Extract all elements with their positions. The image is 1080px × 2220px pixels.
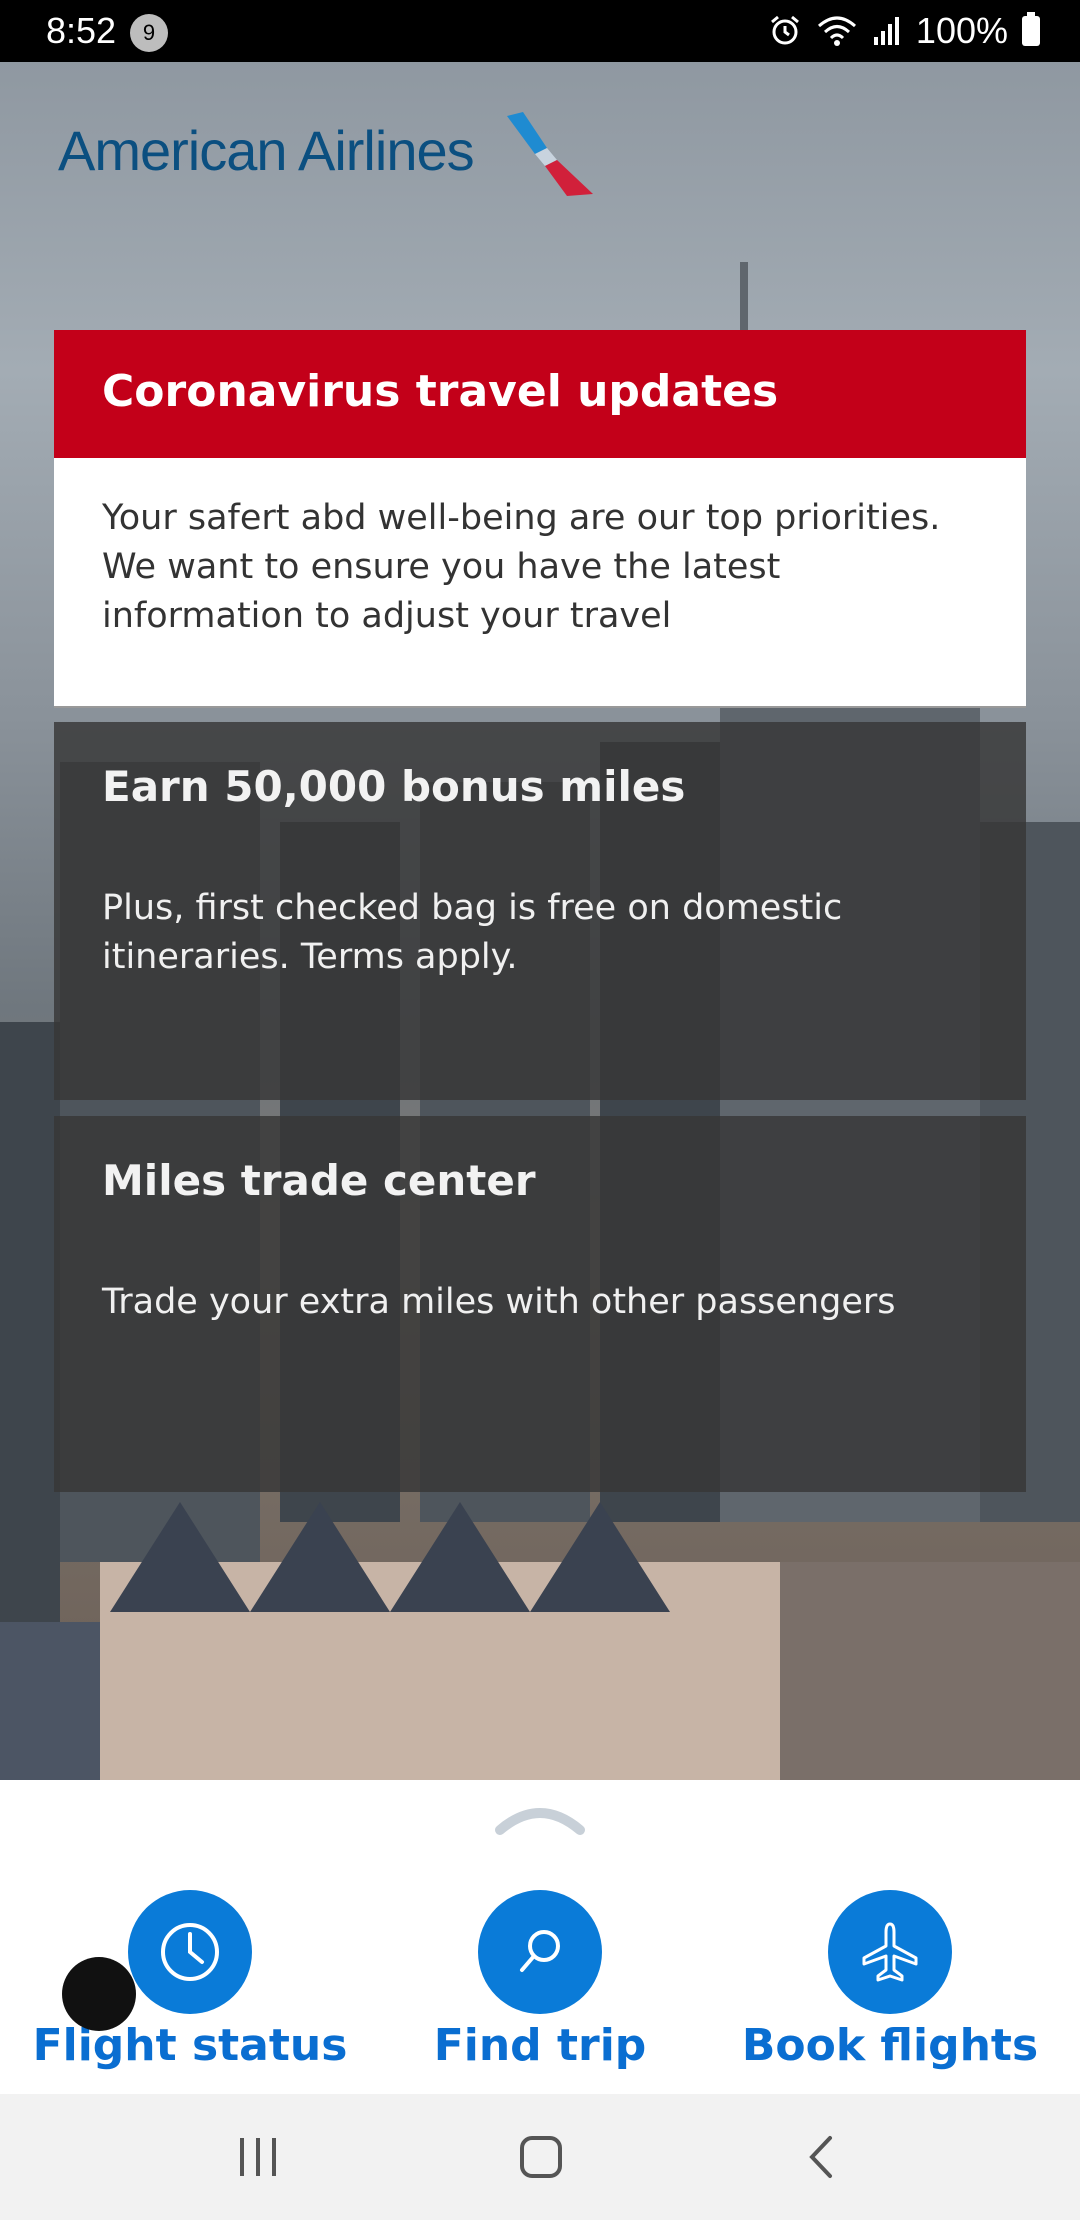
- covid-card-title: Coronavirus travel updates: [102, 366, 779, 417]
- search-icon: [520, 1930, 560, 1972]
- recent-apps-icon[interactable]: [236, 2134, 280, 2180]
- miles-trade-card[interactable]: Miles trade center Trade your extra mile…: [54, 1116, 1026, 1492]
- find-trip-label: Find trip: [433, 2020, 647, 2071]
- covid-card-header[interactable]: Coronavirus travel updates: [54, 330, 1026, 458]
- touch-indicator: [62, 1957, 136, 2031]
- alarm-icon: [770, 15, 799, 45]
- wifi-icon: [817, 16, 856, 46]
- system-nav-bar: [0, 2094, 1080, 2220]
- back-icon[interactable]: [806, 2134, 836, 2180]
- covid-card-text: Your safert abd well-being are our top p…: [102, 498, 941, 636]
- bonus-miles-text: Plus, first checked bag is free on domes…: [102, 888, 843, 977]
- quick-actions-panel: Flight status Find trip Book flights: [0, 1780, 1080, 2094]
- home-icon[interactable]: [518, 2134, 564, 2180]
- bonus-miles-card[interactable]: Earn 50,000 bonus miles Plus, first chec…: [54, 722, 1026, 1100]
- notification-badge: 9: [130, 14, 168, 52]
- airline-logo: American Airlines: [58, 119, 475, 182]
- chevron-up-icon[interactable]: [494, 1796, 586, 1836]
- signal-icon: [873, 17, 899, 45]
- clock-icon: [161, 1923, 219, 1981]
- miles-trade-title: Miles trade center: [102, 1156, 536, 1205]
- status-bar: 8:52 9 100%: [0, 0, 1080, 62]
- covid-card-body[interactable]: Your safert abd well-being are our top p…: [54, 458, 1026, 708]
- book-flights-label: Book flights: [741, 2020, 1039, 2071]
- battery-percent: 100%: [915, 10, 1008, 51]
- find-trip-button[interactable]: Find trip: [380, 1890, 700, 2090]
- miles-trade-text: Trade your extra miles with other passen…: [102, 1282, 896, 1322]
- battery-icon: [1022, 12, 1040, 46]
- bonus-miles-title: Earn 50,000 bonus miles: [102, 762, 686, 811]
- flight-symbol-icon: [507, 112, 593, 196]
- status-time: 8:52: [46, 10, 117, 51]
- flight-status-label: Flight status: [32, 2020, 348, 2071]
- book-flights-button[interactable]: Book flights: [730, 1890, 1050, 2090]
- status-icons: 100%: [768, 10, 1040, 52]
- airplane-icon: [862, 1922, 918, 1982]
